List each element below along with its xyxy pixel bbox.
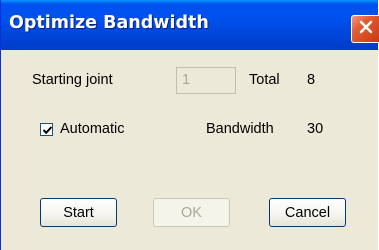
automatic-label[interactable]: Automatic bbox=[60, 121, 124, 137]
checkmark-icon bbox=[42, 126, 53, 135]
bandwidth-value: 30 bbox=[307, 121, 324, 137]
total-value: 8 bbox=[307, 72, 316, 88]
starting-joint-input[interactable]: 1 bbox=[176, 67, 236, 94]
total-label: Total bbox=[249, 72, 280, 88]
title-bar[interactable]: Optimize Bandwidth bbox=[1, 0, 379, 50]
automatic-checkbox[interactable] bbox=[40, 123, 53, 136]
ok-button[interactable]: OK bbox=[153, 198, 230, 227]
start-button[interactable]: Start bbox=[40, 198, 117, 227]
starting-joint-label: Starting joint bbox=[32, 72, 113, 88]
close-icon bbox=[358, 19, 374, 40]
bandwidth-label: Bandwidth bbox=[206, 121, 274, 137]
optimize-bandwidth-dialog: Optimize Bandwidth Starting joint 1 Tota… bbox=[0, 0, 379, 250]
close-button[interactable] bbox=[351, 15, 379, 43]
window-title: Optimize Bandwidth bbox=[9, 13, 209, 33]
cancel-button[interactable]: Cancel bbox=[269, 198, 346, 227]
